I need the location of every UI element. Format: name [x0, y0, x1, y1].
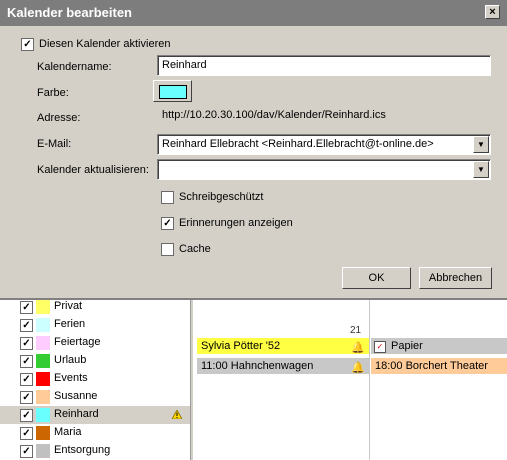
- calendar-visibility-checkbox[interactable]: ✓: [20, 319, 33, 332]
- event-text: Papier: [391, 340, 423, 352]
- calendar-color-swatch: [36, 300, 50, 314]
- dialog-title: Kalender bearbeiten: [7, 5, 132, 20]
- calendar-color-swatch: [36, 390, 50, 404]
- calendar-color-swatch: [36, 372, 50, 386]
- event-text: Sylvia Pötter '52: [201, 340, 281, 352]
- calendar-visibility-checkbox[interactable]: ✓: [20, 301, 33, 314]
- event-text: 11:00 Hahnchenwagen: [201, 360, 314, 372]
- edit-calendar-dialog: Kalender bearbeiten × ✓ Diesen Kalender …: [0, 0, 507, 300]
- chevron-down-icon[interactable]: ▼: [473, 161, 489, 178]
- color-picker-button[interactable]: [153, 80, 192, 102]
- calendar-list-item[interactable]: ✓ Ferien: [0, 316, 190, 334]
- chevron-down-icon[interactable]: ▼: [473, 136, 489, 153]
- event-text: 18:00 Borchert Theater: [375, 360, 488, 372]
- calendar-name: Feiertage: [54, 336, 101, 348]
- color-label: Farbe:: [37, 87, 69, 99]
- calendar-color-swatch: [36, 444, 50, 458]
- refresh-select[interactable]: ▼: [157, 159, 491, 180]
- reminders-checkbox[interactable]: ✓: [161, 217, 174, 230]
- calendar-color-swatch: [36, 426, 50, 440]
- calendar-list-item[interactable]: ✓ Entsorgung: [0, 442, 190, 460]
- ok-button[interactable]: OK: [342, 267, 411, 289]
- calendar-list-item[interactable]: ✓ Susanne: [0, 388, 190, 406]
- calendar-visibility-checkbox[interactable]: ✓: [20, 373, 33, 386]
- calendar-visibility-checkbox[interactable]: ✓: [20, 445, 33, 458]
- refresh-label: Kalender aktualisieren:: [37, 164, 149, 176]
- calendar-name: Privat: [54, 300, 83, 312]
- calendar-list: ✓ Privat ✓ Ferien ✓ Feiertage ✓ Urlaub ✓ Events ✓ S…: [0, 290, 191, 460]
- dialog-titlebar[interactable]: Kalender bearbeiten ×: [0, 0, 507, 26]
- task-icon: ✓: [374, 341, 386, 353]
- calendar-visibility-checkbox[interactable]: ✓: [20, 427, 33, 440]
- calendar-name: Ferien: [54, 318, 86, 330]
- warning-icon: [172, 410, 182, 419]
- calendar-name: Events: [54, 372, 88, 384]
- event-borchert-theater[interactable]: 18:00 Borchert Theater: [371, 358, 507, 374]
- calendar-color-swatch: [36, 318, 50, 332]
- day-column-divider: [369, 290, 370, 460]
- calendar-name: Reinhard: [54, 408, 99, 420]
- calendar-visibility-checkbox[interactable]: ✓: [20, 355, 33, 368]
- bell-icon: 🔔: [351, 342, 365, 354]
- cache-checkbox[interactable]: [161, 243, 174, 256]
- readonly-label: Schreibgeschützt: [179, 191, 264, 203]
- cache-label: Cache: [179, 243, 211, 255]
- close-button[interactable]: ×: [485, 5, 500, 19]
- calendar-visibility-checkbox[interactable]: ✓: [20, 391, 33, 404]
- calendar-color-swatch: [36, 354, 50, 368]
- bell-icon: 🔔: [351, 362, 365, 374]
- calendar-color-swatch: [36, 408, 50, 422]
- email-value: Reinhard Ellebracht <Reinhard.Ellebracht…: [162, 138, 434, 150]
- calendar-name-label: Kalendername:: [37, 61, 112, 73]
- calendar-list-item[interactable]: ✓ Feiertage: [0, 334, 190, 352]
- calendar-list-item[interactable]: ✓ Urlaub: [0, 352, 190, 370]
- calendar-visibility-checkbox[interactable]: ✓: [20, 409, 33, 422]
- cancel-button[interactable]: Abbrechen: [419, 267, 492, 289]
- calendar-visibility-checkbox[interactable]: ✓: [20, 337, 33, 350]
- calendar-name: Maria: [54, 426, 82, 438]
- address-value: http://10.20.30.100/dav/Kalender/Reinhar…: [158, 106, 492, 127]
- calendar-name-input[interactable]: Reinhard: [157, 55, 491, 76]
- event-hahnchenwagen[interactable]: 11:00 Hahnchenwagen 🔔: [197, 358, 369, 374]
- calendar-list-item[interactable]: ✓ Reinhard: [0, 406, 190, 424]
- email-label: E-Mail:: [37, 138, 72, 150]
- calendar-list-item[interactable]: ✓ Privat: [0, 298, 190, 316]
- email-select[interactable]: Reinhard Ellebracht <Reinhard.Ellebracht…: [157, 134, 491, 155]
- readonly-checkbox[interactable]: [161, 191, 174, 204]
- event-papier[interactable]: ✓ Papier: [371, 338, 507, 354]
- calendar-list-item[interactable]: ✓ Maria: [0, 424, 190, 442]
- activate-label: Diesen Kalender aktivieren: [39, 38, 171, 50]
- calendar-color-swatch: [36, 336, 50, 350]
- calendar-name: Entsorgung: [54, 444, 111, 456]
- activate-checkbox[interactable]: ✓: [21, 38, 34, 51]
- color-swatch: [159, 85, 187, 99]
- day-number: 21: [350, 325, 362, 336]
- calendar-list-item[interactable]: ✓ Events: [0, 370, 190, 388]
- calendar-name: Urlaub: [54, 354, 87, 366]
- calendar-grid[interactable]: [193, 290, 507, 460]
- reminders-label: Erinnerungen anzeigen: [179, 217, 293, 229]
- calendar-name: Susanne: [54, 390, 98, 402]
- event-birthday[interactable]: Sylvia Pötter '52 🔔: [197, 338, 369, 354]
- address-label: Adresse:: [37, 112, 81, 124]
